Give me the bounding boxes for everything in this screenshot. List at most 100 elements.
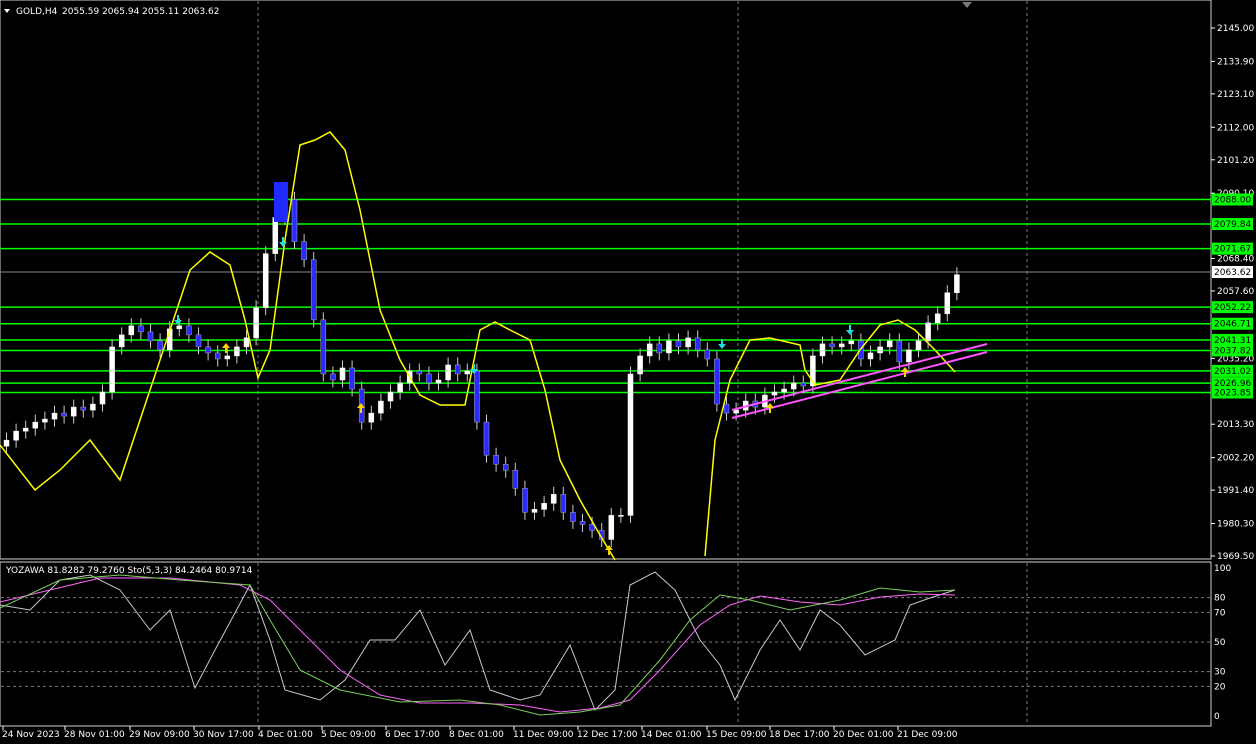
osc-tick-label: 50 — [1214, 638, 1226, 648]
time-axis: 24 Nov 2023 28 Nov 01:00 29 Nov 09:00 30 No… — [2, 726, 958, 740]
bear-candle — [493, 454, 499, 465]
price-tick-label: 2145.00 — [1217, 24, 1254, 34]
bull-candle — [541, 503, 547, 510]
highlight-block — [274, 182, 288, 222]
price-tick-label: 2002.20 — [1217, 454, 1254, 464]
bear-candle — [723, 403, 730, 414]
bull-candle — [646, 343, 653, 357]
bull-candle — [906, 349, 912, 363]
bull-candle — [886, 340, 893, 348]
price-tick-label: 1980.30 — [1217, 520, 1254, 530]
bull-candle — [867, 352, 874, 360]
bear-candle — [349, 367, 355, 390]
oscillator-axis: 100 80 70 50 30 20 0 — [1214, 564, 1231, 722]
bull-candle — [685, 337, 691, 348]
oscillator-header: YOZAWA 81.8282 79.2760 Sto(5,3,3) 84.246… — [5, 566, 253, 576]
bear-candle — [474, 370, 480, 423]
price-tick-label: 1991.40 — [1217, 486, 1254, 496]
bull-candle — [397, 382, 403, 393]
osc-tick-label: 70 — [1214, 608, 1226, 618]
bear-candle — [426, 373, 432, 384]
bull-candle — [819, 343, 826, 357]
bear-candle — [205, 346, 211, 354]
level-price-label: 2071.67 — [1214, 245, 1251, 255]
trading-chart[interactable]: GOLD,H4 2055.59 2065.94 2055.11 2063.62 … — [0, 0, 1256, 744]
level-price-label: 2031.02 — [1214, 367, 1251, 377]
symbol-timeframe: GOLD,H4 — [16, 7, 58, 17]
price-tick-label: 2112.00 — [1217, 123, 1254, 133]
bear-candle — [147, 331, 154, 342]
level-price-label: 2037.82 — [1214, 346, 1251, 356]
bull-candle — [934, 313, 941, 324]
time-tick-label: 28 Nov 01:00 — [64, 730, 125, 740]
time-tick-label: 8 Dec 01:00 — [449, 730, 504, 740]
bull-candle — [13, 430, 19, 441]
bull-candle — [22, 427, 29, 432]
bear-candle — [320, 319, 327, 375]
time-tick-label: 21 Dec 09:00 — [897, 730, 958, 740]
bull-candle — [608, 515, 615, 540]
time-tick-label: 30 Nov 17:00 — [193, 730, 254, 740]
bull-candle — [176, 325, 183, 330]
bull-candle — [435, 379, 442, 384]
price-axis: 2145.002133.902123.102112.002101.202090.… — [1211, 24, 1254, 562]
time-tick-label: 5 Dec 09:00 — [321, 730, 376, 740]
time-tick-label: 12 Dec 17:00 — [577, 730, 638, 740]
bull-candle — [464, 370, 471, 375]
bull-candle — [627, 373, 634, 516]
bear-candle — [310, 259, 317, 321]
time-tick-label: 4 Dec 01:00 — [258, 730, 313, 740]
bear-candle — [138, 325, 144, 333]
bull-candle — [90, 403, 96, 411]
bull-candle — [99, 391, 106, 405]
bear-candle — [896, 340, 903, 363]
bull-candle — [838, 343, 845, 348]
osc-tick-label: 100 — [1214, 564, 1231, 574]
level-price-label: 2023.85 — [1214, 388, 1251, 398]
time-tick-label: 11 Dec 09:00 — [513, 730, 574, 740]
bear-candle — [800, 382, 807, 387]
bull-candle — [848, 340, 855, 345]
bull-candle — [368, 412, 375, 423]
price-tick-label: 2101.20 — [1217, 156, 1254, 166]
bull-candle — [618, 515, 624, 517]
bull-candle — [253, 307, 259, 339]
bear-candle — [570, 512, 576, 522]
bear-candle — [454, 364, 461, 375]
bear-candle — [675, 340, 682, 348]
price-panel[interactable] — [0, 0, 1212, 560]
bull-candle — [378, 400, 384, 414]
level-price-label: 2079.84 — [1214, 220, 1251, 230]
bull-candle — [32, 421, 39, 429]
bear-candle — [483, 421, 490, 456]
bear-candle — [416, 370, 423, 375]
time-tick-label: 29 Nov 09:00 — [129, 730, 190, 740]
price-tick-label: 2013.30 — [1217, 420, 1254, 430]
bull-candle — [339, 367, 346, 381]
bull-candle — [70, 406, 77, 417]
bear-candle — [214, 352, 221, 360]
time-tick-label: 20 Dec 01:00 — [833, 730, 894, 740]
bull-candle — [771, 391, 778, 396]
time-tick-label: 14 Dec 01:00 — [641, 730, 702, 740]
bull-candle — [128, 325, 135, 336]
bull-candle — [550, 494, 557, 504]
price-tick-label: 1969.50 — [1217, 552, 1254, 562]
price-tick-label: 2057.60 — [1217, 287, 1254, 297]
bull-candle — [51, 412, 58, 420]
time-tick-label: 6 Dec 17:00 — [385, 730, 440, 740]
bear-candle — [694, 337, 701, 351]
bull-candle — [944, 292, 951, 315]
osc-tick-label: 0 — [1214, 712, 1220, 722]
bear-candle — [522, 488, 528, 513]
bull-candle — [925, 322, 931, 342]
level-price-label: 2052.22 — [1214, 303, 1251, 313]
ohlc-values: 2055.59 2065.94 2055.11 2063.62 — [62, 7, 219, 17]
bull-candle — [118, 334, 125, 348]
bull-candle — [272, 217, 279, 254]
time-tick-label: 24 Nov 2023 — [2, 730, 60, 740]
bear-candle — [195, 334, 202, 348]
bull-candle — [445, 364, 451, 381]
oscillator-panel[interactable] — [0, 561, 1212, 727]
bull-candle — [234, 346, 240, 357]
